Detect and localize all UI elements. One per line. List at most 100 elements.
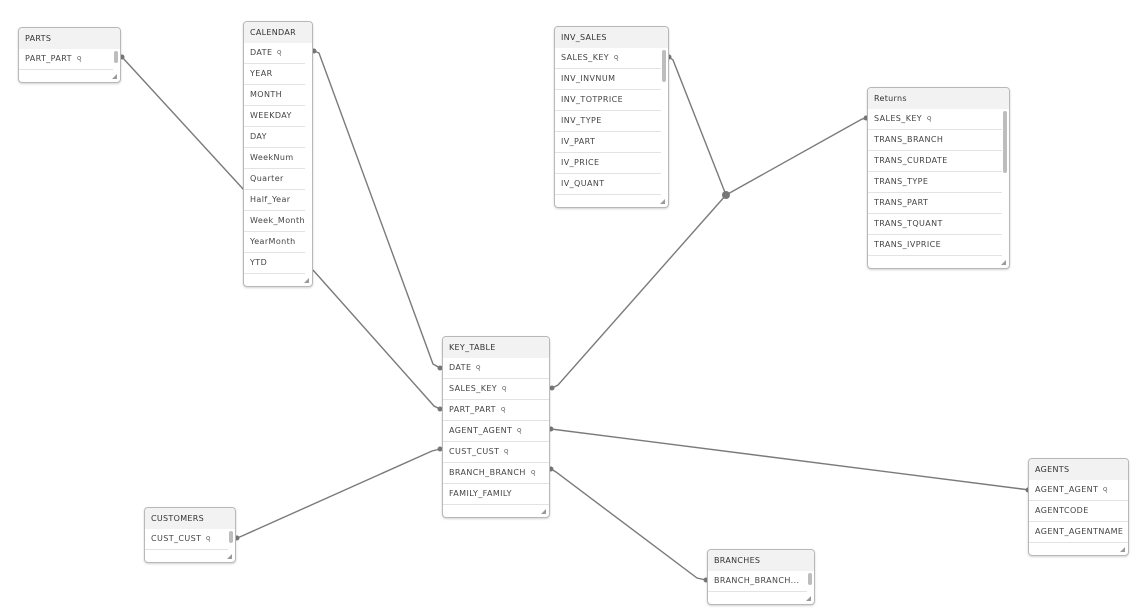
field-sales-key[interactable]: SALES_KEY ⚲ <box>443 379 549 400</box>
field-trans-branch[interactable]: TRANS_BRANCH <box>868 130 1002 151</box>
link-key-table-agents[interactable] <box>550 428 1030 491</box>
link-key-table-branches[interactable] <box>550 468 707 581</box>
scrollbar[interactable] <box>662 50 666 82</box>
field-sales-key[interactable]: SALES_KEY ⚲ <box>868 109 1002 130</box>
field-family-family[interactable]: FAMILY_FAMILY <box>443 484 549 505</box>
table-title[interactable]: CUSTOMERS <box>145 508 235 529</box>
field-agent-agent[interactable]: AGENT_AGENT ⚲ <box>1029 480 1128 501</box>
field-label: SALES_KEY <box>874 114 923 123</box>
field-inv-type[interactable]: INV_TYPE <box>555 111 661 132</box>
link-junction-key-table[interactable] <box>551 194 727 389</box>
key-icon: ⚲ <box>1102 485 1111 495</box>
field-agent-agentname[interactable]: AGENT_AGENTNAME <box>1029 522 1128 543</box>
field-cust-cust[interactable]: CUST_CUST ⚲ <box>443 442 549 463</box>
field-date[interactable]: DATE ⚲ <box>443 358 549 379</box>
resize-handle-icon[interactable] <box>806 596 811 601</box>
field-list: DATE ⚲ SALES_KEY ⚲ PART_PART ⚲ AGENT_AGENT ⚲… <box>443 358 549 505</box>
field-branch-branch[interactable]: BRANCH_BRANCH... <box>708 571 807 592</box>
field-weekday[interactable]: WEEKDAY <box>244 106 305 127</box>
table-title[interactable]: CALENDAR <box>244 22 312 43</box>
table-title[interactable]: Returns <box>868 88 1009 109</box>
key-icon: ⚲ <box>475 363 484 373</box>
link-inv-sales-junction[interactable] <box>668 56 727 196</box>
table-title[interactable]: KEY_TABLE <box>443 337 549 358</box>
field-yearmonth[interactable]: YearMonth <box>244 232 305 253</box>
link-junction <box>722 191 730 199</box>
field-weeknum[interactable]: WeekNum <box>244 148 305 169</box>
field-list: SALES_KEY ⚲ TRANS_BRANCH TRANS_CURDATE TR… <box>868 109 1009 256</box>
key-icon: ⚲ <box>205 534 214 544</box>
table-inv-sales[interactable]: INV_SALES SALES_KEY ⚲ INV_INVNUM INV_TOTP… <box>554 26 669 208</box>
field-list: DATE ⚲ YEAR MONTH WEEKDAY DAY WeekNum Qua… <box>244 43 312 274</box>
field-quarter[interactable]: Quarter <box>244 169 305 190</box>
link-key-table-customers[interactable] <box>236 448 441 539</box>
field-inv-invnum[interactable]: INV_INVNUM <box>555 69 661 90</box>
field-trans-curdate[interactable]: TRANS_CURDATE <box>868 151 1002 172</box>
field-trans-ivprice[interactable]: TRANS_IVPRICE <box>868 235 1002 256</box>
link-parts-key-table[interactable] <box>121 56 245 191</box>
key-icon: ⚲ <box>925 114 934 124</box>
field-trans-tquant[interactable]: TRANS_TQUANT <box>868 214 1002 235</box>
link-parts-key-table-lower[interactable] <box>312 269 441 410</box>
field-trans-part[interactable]: TRANS_PART <box>868 193 1002 214</box>
scrollbar[interactable] <box>229 531 233 543</box>
table-title[interactable]: AGENTS <box>1029 459 1128 480</box>
table-title[interactable]: INV_SALES <box>555 27 668 48</box>
table-calendar[interactable]: CALENDAR DATE ⚲ YEAR MONTH WEEKDAY DAY We… <box>243 21 313 287</box>
field-label: AGENT_AGENT <box>449 426 513 435</box>
field-label: AGENT_AGENT <box>1035 485 1099 494</box>
link-calendar-key-table[interactable] <box>313 50 441 369</box>
field-week-month[interactable]: Week_Month <box>244 211 305 232</box>
field-sales-key[interactable]: SALES_KEY ⚲ <box>555 48 661 69</box>
field-trans-type[interactable]: TRANS_TYPE <box>868 172 1002 193</box>
resize-handle-icon[interactable] <box>227 554 232 559</box>
field-label: CUST_CUST <box>449 447 500 456</box>
field-branch-branch[interactable]: BRANCH_BRANCH ⚲ <box>443 463 549 484</box>
table-agents[interactable]: AGENTS AGENT_AGENT ⚲ AGENTCODE AGENT_AGEN… <box>1028 458 1129 556</box>
table-customers[interactable]: CUSTOMERS CUST_CUST ⚲ <box>144 507 236 563</box>
field-label: PART_PART <box>25 54 72 63</box>
field-iv-part[interactable]: IV_PART <box>555 132 661 153</box>
field-half-year[interactable]: Half_Year <box>244 190 305 211</box>
key-icon: ⚲ <box>612 53 621 63</box>
table-key-table[interactable]: KEY_TABLE DATE ⚲ SALES_KEY ⚲ PART_PART ⚲ AG… <box>442 336 550 518</box>
field-label: SALES_KEY <box>561 53 610 62</box>
key-icon: ⚲ <box>503 447 512 457</box>
field-date[interactable]: DATE ⚲ <box>244 43 305 64</box>
table-returns[interactable]: Returns SALES_KEY ⚲ TRANS_BRANCH TRANS_CU… <box>867 87 1010 269</box>
scrollbar[interactable] <box>114 51 118 63</box>
table-branches[interactable]: BRANCHES BRANCH_BRANCH... <box>707 549 815 605</box>
field-iv-quant[interactable]: IV_QUANT <box>555 174 661 195</box>
field-part-part[interactable]: PART_PART ⚲ <box>19 49 113 70</box>
field-iv-price[interactable]: IV_PRICE <box>555 153 661 174</box>
link-returns-junction[interactable] <box>725 117 869 196</box>
table-title[interactable]: PARTS <box>19 28 120 49</box>
field-label: DATE <box>449 363 472 372</box>
field-label: DATE <box>250 48 273 57</box>
field-agent-agent[interactable]: AGENT_AGENT ⚲ <box>443 421 549 442</box>
resize-handle-icon[interactable] <box>112 74 117 79</box>
field-label: BRANCH_BRANCH <box>449 468 526 477</box>
key-icon: ⚲ <box>75 54 84 64</box>
scrollbar[interactable] <box>1003 111 1007 173</box>
field-list: AGENT_AGENT ⚲ AGENTCODE AGENT_AGENTNAME <box>1029 480 1128 543</box>
field-inv-totprice[interactable]: INV_TOTPRICE <box>555 90 661 111</box>
resize-handle-icon[interactable] <box>541 509 546 514</box>
field-agentcode[interactable]: AGENTCODE <box>1029 501 1128 522</box>
field-list: BRANCH_BRANCH... <box>708 571 814 592</box>
table-parts[interactable]: PARTS PART_PART ⚲ <box>18 27 121 83</box>
key-icon: ⚲ <box>516 426 525 436</box>
field-month[interactable]: MONTH <box>244 85 305 106</box>
table-title[interactable]: BRANCHES <box>708 550 814 571</box>
field-ytd[interactable]: YTD <box>244 253 305 274</box>
field-day[interactable]: DAY <box>244 127 305 148</box>
resize-handle-icon[interactable] <box>660 199 665 204</box>
resize-handle-icon[interactable] <box>1120 547 1125 552</box>
scrollbar[interactable] <box>808 573 812 585</box>
key-icon: ⚲ <box>499 405 508 415</box>
resize-handle-icon[interactable] <box>304 278 309 283</box>
field-year[interactable]: YEAR <box>244 64 305 85</box>
resize-handle-icon[interactable] <box>1001 260 1006 265</box>
field-cust-cust[interactable]: CUST_CUST ⚲ <box>145 529 228 550</box>
field-part-part[interactable]: PART_PART ⚲ <box>443 400 549 421</box>
